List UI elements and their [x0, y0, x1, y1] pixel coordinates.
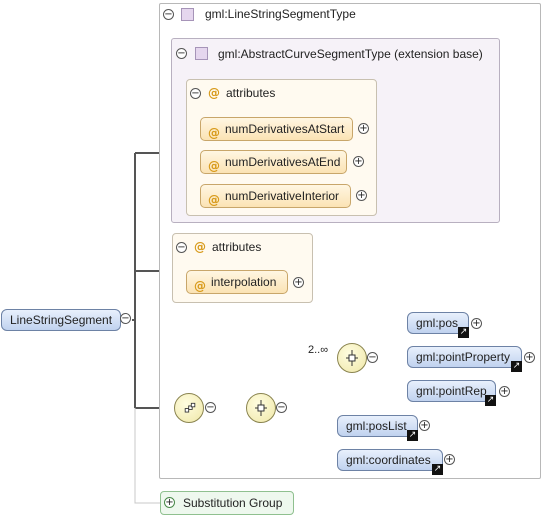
expand-toggle[interactable]: + — [353, 156, 364, 167]
element-gml-point-property[interactable]: gml:pointProperty — [407, 346, 522, 368]
choice-icon — [255, 400, 267, 416]
choice-compositor[interactable] — [246, 393, 276, 423]
attributes-icon: @ — [208, 86, 220, 100]
element-label: gml:pointRep — [416, 384, 487, 398]
attribute-icon: @ — [208, 159, 220, 173]
attribute-icon: @ — [208, 193, 220, 207]
type-name-label: gml:LineStringSegmentType — [205, 7, 356, 21]
element-label: gml:pos — [416, 316, 459, 330]
sequence-icon — [184, 402, 196, 413]
own-attributes-label: attributes — [212, 240, 262, 254]
attribute-label: numDerivativesAtStart — [225, 122, 345, 136]
base-type-label: gml:AbstractCurveSegmentType (extension … — [218, 47, 483, 61]
attribute-icon: @ — [194, 279, 206, 293]
base-type-collapse-toggle[interactable]: − — [176, 48, 187, 59]
attribute-num-derivative-interior[interactable]: @ numDerivativeInterior — [200, 184, 351, 208]
nested-choice-collapse-toggle[interactable]: − — [367, 352, 378, 363]
root-element-pill[interactable]: LineStringSegment — [1, 309, 122, 331]
attribute-label: numDerivativesAtEnd — [225, 155, 341, 169]
reference-arrow-icon: ↗ — [511, 361, 522, 372]
substitution-expand-toggle[interactable]: + — [164, 497, 175, 508]
attribute-num-derivatives-at-start[interactable]: @ numDerivativesAtStart — [200, 117, 353, 141]
expand-toggle[interactable]: + — [358, 123, 369, 134]
choice-icon — [346, 350, 358, 366]
attribute-label: numDerivativeInterior — [225, 189, 340, 203]
complex-type-icon — [181, 8, 194, 21]
reference-arrow-icon: ↗ — [458, 327, 469, 338]
inherited-attributes-toggle[interactable]: − — [190, 88, 201, 99]
expand-toggle[interactable]: + — [444, 454, 455, 465]
root-element-label: LineStringSegment — [10, 313, 113, 327]
expand-toggle[interactable]: + — [524, 352, 535, 363]
element-label: gml:pointProperty — [416, 350, 511, 364]
substitution-group-label: Substitution Group — [183, 496, 283, 510]
expand-toggle[interactable]: + — [471, 318, 482, 329]
element-gml-coordinates[interactable]: gml:coordinates — [337, 449, 443, 471]
attribute-icon: @ — [208, 126, 220, 140]
attributes-icon: @ — [194, 240, 206, 254]
attribute-interpolation[interactable]: @ interpolation — [186, 270, 288, 294]
type-collapse-toggle[interactable]: − — [163, 9, 174, 20]
sequence-collapse-toggle[interactable]: − — [205, 402, 216, 413]
sequence-compositor[interactable] — [174, 393, 204, 423]
attribute-num-derivatives-at-end[interactable]: @ numDerivativesAtEnd — [200, 150, 347, 174]
substitution-group-box[interactable]: Substitution Group — [160, 491, 294, 515]
nested-choice-compositor[interactable] — [337, 343, 367, 373]
expand-toggle[interactable]: + — [419, 420, 430, 431]
reference-arrow-icon: ↗ — [485, 395, 496, 406]
element-label: gml:posList — [346, 419, 407, 433]
occurrence-label: 2..∞ — [308, 344, 329, 356]
choice-collapse-toggle[interactable]: − — [276, 402, 287, 413]
expand-toggle[interactable]: + — [293, 277, 304, 288]
element-label: gml:coordinates — [346, 453, 431, 467]
reference-arrow-icon: ↗ — [432, 464, 443, 475]
expand-toggle[interactable]: + — [499, 386, 510, 397]
base-type-icon — [195, 47, 208, 60]
root-collapse-toggle[interactable]: − — [120, 313, 131, 324]
inherited-attributes-label: attributes — [226, 86, 276, 100]
element-gml-point-rep[interactable]: gml:pointRep — [407, 380, 496, 402]
own-attributes-toggle[interactable]: − — [176, 242, 187, 253]
expand-toggle[interactable]: + — [356, 190, 367, 201]
attribute-label: interpolation — [211, 275, 277, 289]
element-gml-pos-list[interactable]: gml:posList — [337, 415, 418, 437]
reference-arrow-icon: ↗ — [407, 430, 418, 441]
